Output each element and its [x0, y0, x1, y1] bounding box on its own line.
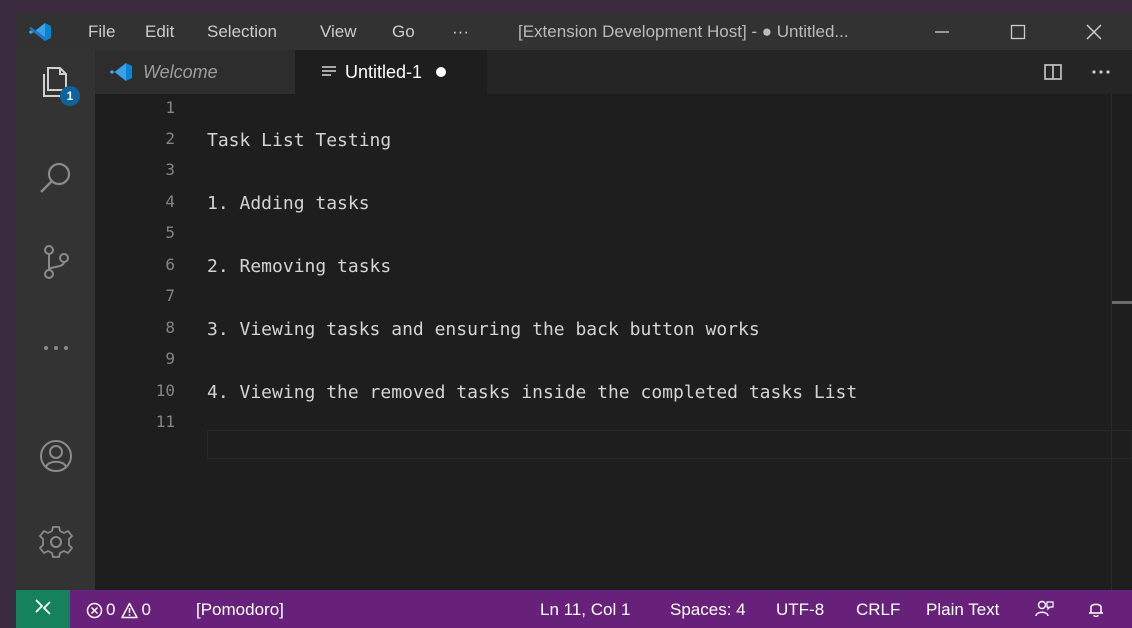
menu-more[interactable]: ···: [452, 22, 469, 42]
maximize-icon[interactable]: [1004, 18, 1032, 46]
explorer-badge: 1: [60, 86, 80, 106]
editor-line: 8 3. Viewing tasks and ensuring the back…: [95, 314, 1132, 345]
line-number: 9: [165, 349, 175, 368]
tab-label: Untitled-1: [345, 61, 423, 82]
manage-button[interactable]: [34, 520, 78, 564]
gear-icon: [39, 526, 73, 558]
pomodoro-status[interactable]: [Pomodoro]: [196, 600, 284, 620]
editor-line: 10 4. Viewing the removed tasks inside t…: [95, 377, 1132, 408]
menu-view[interactable]: View: [320, 22, 357, 42]
vertical-scrollbar[interactable]: [1111, 94, 1132, 590]
source-control-button[interactable]: [34, 240, 78, 284]
split-editor-icon[interactable]: [1041, 60, 1065, 84]
tab-welcome[interactable]: Welcome: [95, 50, 295, 94]
source-control-icon: [44, 245, 69, 279]
menu-edit[interactable]: Edit: [145, 22, 174, 42]
notifications-bell-icon[interactable]: [1086, 599, 1106, 619]
vscode-logo-icon: [29, 23, 51, 41]
account-icon: [40, 440, 72, 472]
status-bar: 0 0 [Pomodoro] Ln 11, Col 1 Spaces: 4 UT…: [16, 590, 1132, 628]
line-text: Task List Testing: [207, 130, 392, 151]
line-number: 3: [165, 160, 175, 179]
problems-indicator[interactable]: 0 0: [86, 600, 151, 620]
line-number: 10: [155, 381, 175, 400]
encoding-status[interactable]: UTF-8: [776, 600, 824, 620]
tab-bar: Welcome Untitled-1: [95, 50, 1132, 94]
text-file-icon: [322, 66, 336, 76]
line-number: 7: [165, 286, 175, 305]
explorer-button[interactable]: 1: [34, 60, 80, 106]
menu-selection[interactable]: Selection: [207, 22, 277, 42]
cursor-position[interactable]: Ln 11, Col 1: [540, 600, 630, 620]
window-title: [Extension Development Host] - ● Untitle…: [518, 22, 849, 41]
feedback-icon[interactable]: [1034, 599, 1054, 619]
line-text: 4. Viewing the removed tasks inside the …: [207, 382, 858, 403]
vscode-window: File Edit Selection View Go ··· [Extensi…: [16, 14, 1132, 628]
line-number: 2: [165, 129, 175, 148]
line-text: 1. Adding tasks: [207, 193, 370, 214]
warning-count: 0: [141, 600, 151, 619]
editor-line: 9: [95, 345, 1132, 376]
remote-indicator-button[interactable]: [16, 590, 70, 628]
editor-line: 5: [95, 219, 1132, 250]
cursor-position-marker: [1112, 301, 1132, 304]
tab-label: Welcome: [143, 61, 218, 82]
activity-bar: 1: [16, 50, 95, 590]
search-icon: [40, 162, 71, 193]
vscode-logo-icon: [110, 63, 132, 81]
line-number: 5: [165, 223, 175, 242]
minimize-icon[interactable]: [928, 18, 956, 46]
indentation-status[interactable]: Spaces: 4: [670, 600, 746, 620]
error-count: 0: [106, 600, 116, 619]
menu-file[interactable]: File: [88, 22, 115, 42]
search-button[interactable]: [34, 156, 78, 200]
more-views-button[interactable]: [34, 326, 78, 370]
editor-line: 6 2. Removing tasks: [95, 251, 1132, 282]
line-number: 6: [165, 255, 175, 274]
menu-go[interactable]: Go: [392, 22, 415, 42]
editor-area[interactable]: 1 2 Task List Testing 3 4 1. Adding task…: [95, 94, 1132, 590]
editor-line: 7: [95, 282, 1132, 313]
line-number: 11: [155, 412, 175, 431]
line-number: 1: [165, 98, 175, 117]
more-actions-icon[interactable]: [1089, 60, 1113, 84]
close-icon[interactable]: [1080, 18, 1108, 46]
line-text: 2. Removing tasks: [207, 256, 392, 277]
editor-line: 4 1. Adding tasks: [95, 188, 1132, 219]
warning-icon: [121, 602, 139, 618]
line-number: 8: [165, 318, 175, 337]
editor-line: 2 Task List Testing: [95, 125, 1132, 156]
line-number: 4: [165, 192, 175, 211]
error-icon: [86, 602, 103, 618]
ellipsis-icon: [44, 346, 68, 350]
line-text: 3. Viewing tasks and ensuring the back b…: [207, 319, 760, 340]
eol-status[interactable]: CRLF: [856, 600, 900, 620]
tab-untitled-1[interactable]: Untitled-1: [295, 50, 487, 94]
title-bar: File Edit Selection View Go ··· [Extensi…: [16, 14, 1132, 50]
unsaved-dot-icon[interactable]: [436, 67, 447, 77]
accounts-button[interactable]: [34, 434, 78, 478]
editor-line: 3: [95, 156, 1132, 187]
remote-icon: [35, 599, 51, 615]
editor-line: 1: [95, 94, 1132, 125]
language-mode[interactable]: Plain Text: [926, 600, 999, 620]
editor-line: 11: [95, 408, 1132, 439]
